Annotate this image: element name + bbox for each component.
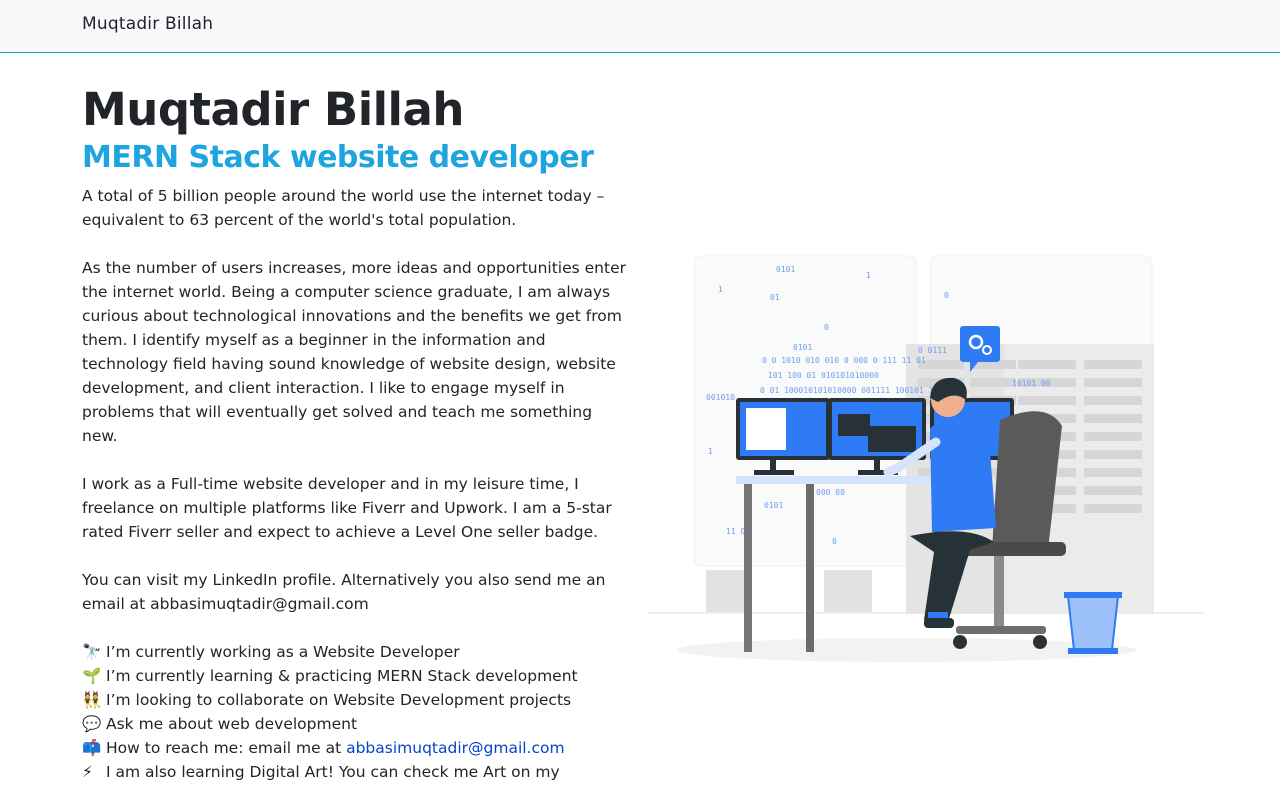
hero-section: Muqtadir Billah MERN Stack website devel… bbox=[82, 84, 642, 784]
svg-text:0: 0 bbox=[944, 291, 949, 300]
list-item-text: I’m currently working as a Website Devel… bbox=[106, 643, 460, 661]
svg-text:0101: 0101 bbox=[764, 501, 783, 510]
svg-text:001010: 001010 bbox=[706, 393, 735, 402]
facts-list: 🔭 I’m currently working as a Website Deve… bbox=[82, 640, 642, 784]
page-subtitle: MERN Stack website developer bbox=[82, 140, 594, 175]
list-item: 💬 Ask me about web development bbox=[82, 712, 642, 736]
list-item: 👯 I’m looking to collaborate on Website D… bbox=[82, 688, 642, 712]
lightning-icon: ⚡ bbox=[82, 763, 93, 781]
contact-paragraph: You can visit my LinkedIn profile. Alter… bbox=[82, 571, 606, 613]
svg-text:10101 00: 10101 00 bbox=[1012, 379, 1051, 388]
developer-at-desk-illustration: 0101 1 01 0 1 0 0101 0 0 1010 010 010 0 … bbox=[648, 255, 1204, 662]
list-item-text: I’m looking to collaborate on Website De… bbox=[106, 691, 572, 709]
desk-leg bbox=[806, 484, 814, 652]
telescope-icon: 🔭 bbox=[82, 643, 102, 661]
floor-box bbox=[824, 570, 872, 612]
mailbox-icon: 📫 bbox=[82, 739, 102, 757]
email-link[interactable]: abbasimuqtadir@gmail.com bbox=[346, 739, 565, 757]
svg-text:0 0 1010 010 010 0 000 0 111 1: 0 0 1010 010 010 0 000 0 111 11 01 bbox=[762, 356, 926, 365]
svg-text:0101: 0101 bbox=[793, 343, 812, 352]
list-item: ⚡ I am also learning Digital Art! You can… bbox=[82, 760, 642, 784]
list-item-text: I am also learning Digital Art! You can … bbox=[106, 763, 560, 781]
intro-paragraph: A total of 5 billion people around the w… bbox=[82, 187, 605, 229]
work-paragraph: I work as a Full-time website developer … bbox=[82, 475, 612, 541]
about-paragraph: As the number of users increases, more i… bbox=[82, 259, 626, 445]
svg-text:0: 0 bbox=[824, 323, 829, 332]
list-item-text: I’m currently learning & practicing MERN… bbox=[106, 667, 578, 685]
svg-text:1: 1 bbox=[708, 447, 713, 456]
svg-text:01: 01 bbox=[770, 293, 780, 302]
svg-text:0 0111: 0 0111 bbox=[918, 346, 947, 355]
desk-leg bbox=[744, 484, 752, 652]
svg-text:0 01 100010101010000 001111 10: 0 01 100010101010000 001111 100101 110 bbox=[760, 386, 943, 395]
svg-text:000 00: 000 00 bbox=[816, 488, 845, 497]
navbar: Muqtadir Billah bbox=[0, 0, 1280, 53]
people-icon: 👯 bbox=[82, 691, 102, 709]
svg-text:101 100 01 010101010000: 101 100 01 010101010000 bbox=[768, 371, 879, 380]
svg-text:1: 1 bbox=[866, 271, 871, 280]
waste-basket-icon bbox=[1064, 592, 1122, 654]
list-item: 🌱 I’m currently learning & practicing MER… bbox=[82, 664, 642, 688]
navbar-brand[interactable]: Muqtadir Billah bbox=[82, 14, 213, 34]
speech-bubble-icon: 💬 bbox=[82, 715, 102, 733]
list-item: 🔭 I’m currently working as a Website Deve… bbox=[82, 640, 642, 664]
page-title: Muqtadir Billah bbox=[82, 83, 464, 136]
svg-text:1: 1 bbox=[718, 285, 723, 294]
seedling-icon: 🌱 bbox=[82, 667, 102, 685]
svg-text:0: 0 bbox=[832, 537, 837, 546]
list-item-text: Ask me about web development bbox=[106, 715, 358, 733]
list-item: 📫 How to reach me: email me at abbasimuqt… bbox=[82, 736, 642, 760]
svg-text:0101: 0101 bbox=[776, 265, 795, 274]
list-item-text: How to reach me: email me at bbox=[106, 739, 347, 757]
